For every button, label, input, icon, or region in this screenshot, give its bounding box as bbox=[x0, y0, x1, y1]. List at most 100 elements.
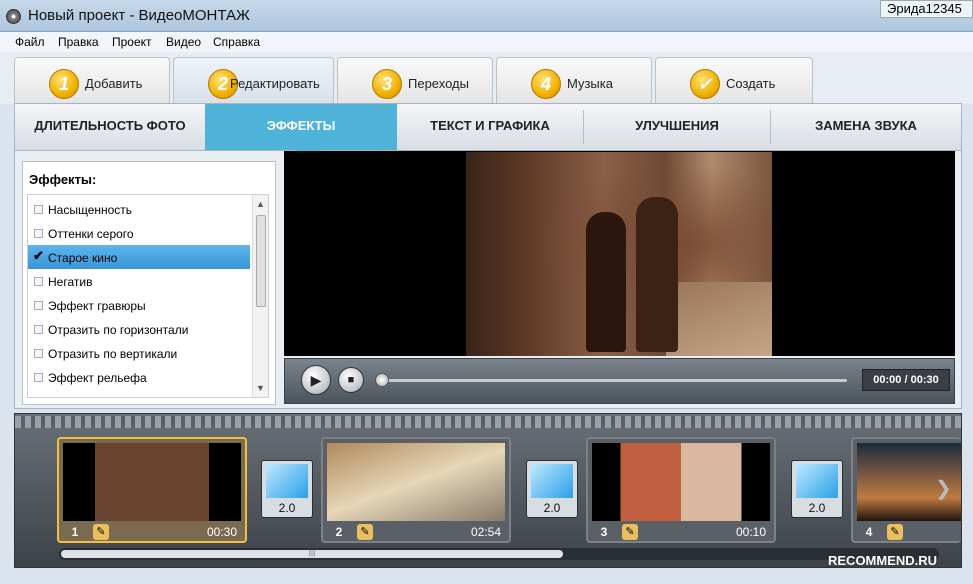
effects-scrollbar[interactable]: ▲ ▼ bbox=[252, 195, 268, 397]
person-shape bbox=[586, 212, 626, 352]
effect-label: Эффект рельефа bbox=[48, 371, 147, 385]
pencil-icon[interactable]: ✎ bbox=[887, 524, 903, 540]
transition-thumbnail bbox=[796, 464, 838, 498]
window-title: Новый проект - ВидеоМОНТАЖ bbox=[28, 7, 250, 24]
effect-item-old-film[interactable]: ✔ Старое кино bbox=[28, 245, 250, 269]
checkbox[interactable] bbox=[34, 301, 43, 310]
preview-frame-image bbox=[466, 152, 772, 356]
seek-handle[interactable] bbox=[375, 373, 389, 387]
player-controls: ▶ ■ 00:00 / 00:30 bbox=[284, 358, 955, 404]
checkbox[interactable] bbox=[34, 349, 43, 358]
clip-number: 1 bbox=[71, 525, 79, 539]
effect-item-saturation[interactable]: Насыщенность bbox=[28, 197, 250, 221]
checkbox[interactable] bbox=[34, 229, 43, 238]
checkbox[interactable] bbox=[34, 277, 43, 286]
tab-enhancements[interactable]: УЛУЧШЕНИЯ bbox=[584, 104, 770, 150]
clip-thumbnail bbox=[327, 443, 505, 521]
edit-tabs: ДЛИТЕЛЬНОСТЬ ФОТО ЭФФЕКТЫ ТЕКСТ И ГРАФИК… bbox=[14, 103, 962, 160]
title-bar: Новый проект - ВидеоМОНТАЖ Эрида12345 bbox=[0, 0, 973, 32]
person-shape bbox=[636, 197, 678, 352]
step-number-icon: 3 bbox=[372, 69, 402, 99]
step-create[interactable]: ✓ Создать bbox=[655, 57, 813, 104]
scroll-down-icon[interactable]: ▼ bbox=[256, 383, 265, 393]
scroll-thumb[interactable]: |||| bbox=[61, 550, 563, 558]
effect-item-engraving[interactable]: Эффект гравюры bbox=[28, 293, 250, 317]
scroll-up-icon[interactable]: ▲ bbox=[256, 199, 265, 209]
step-add[interactable]: 1 Добавить bbox=[14, 57, 170, 104]
effect-item-negative[interactable]: Негатив bbox=[28, 269, 250, 293]
step-number-icon: 1 bbox=[49, 69, 79, 99]
clip-duration: 02:54 bbox=[470, 525, 501, 539]
step-music[interactable]: 4 Музыка bbox=[496, 57, 652, 104]
app-logo-icon bbox=[6, 9, 21, 24]
effect-item-grayscale[interactable]: Оттенки серого bbox=[28, 221, 250, 245]
effect-item-emboss[interactable]: Эффект рельефа bbox=[28, 365, 250, 389]
menu-help[interactable]: Справка bbox=[213, 35, 260, 49]
timeline-scrollbar[interactable]: |||| bbox=[59, 548, 939, 560]
wizard-steps: 1 Добавить 2 Редактировать 3 Переходы 4 … bbox=[0, 52, 973, 106]
seek-bar[interactable] bbox=[381, 379, 847, 382]
transition-duration: 2.0 bbox=[278, 501, 296, 515]
clip-thumbnail bbox=[63, 443, 241, 521]
menu-project[interactable]: Проект bbox=[112, 35, 152, 49]
timeline-clip-2[interactable]: 2 ✎ 02:54 bbox=[321, 437, 511, 543]
transition-2[interactable]: 2.0 bbox=[526, 460, 578, 518]
menu-video[interactable]: Видео bbox=[166, 35, 201, 49]
time-display: 00:00 / 00:30 bbox=[862, 369, 950, 391]
menu-edit[interactable]: Правка bbox=[58, 35, 99, 49]
step-number-icon: 4 bbox=[531, 69, 561, 99]
effect-item-flip-vertical[interactable]: Отразить по вертикали bbox=[28, 341, 250, 365]
checkbox-checked[interactable]: ✔ bbox=[33, 248, 44, 263]
step-edit[interactable]: 2 Редактировать bbox=[173, 57, 334, 106]
timeline-clip-3[interactable]: 3 ✎ 00:10 bbox=[586, 437, 776, 543]
menu-file[interactable]: Файл bbox=[15, 35, 45, 49]
street-shape bbox=[666, 282, 772, 356]
checkbox[interactable] bbox=[34, 373, 43, 382]
effect-label: Оттенки серого bbox=[48, 227, 134, 241]
pencil-icon[interactable]: ✎ bbox=[357, 524, 373, 540]
clip-number: 4 bbox=[865, 525, 873, 539]
clip-duration: 00:30 bbox=[206, 525, 237, 539]
effect-label: Старое кино bbox=[48, 251, 118, 265]
timeline: 1 ✎ 00:30 2.0 2 ✎ 02:54 2.0 3 ✎ 00:10 2.… bbox=[14, 413, 962, 568]
transition-1[interactable]: 2.0 bbox=[261, 460, 313, 518]
effects-title: Эффекты: bbox=[29, 172, 97, 187]
checkbox[interactable] bbox=[34, 325, 43, 334]
step-label: Музыка bbox=[567, 76, 613, 91]
step-label: Переходы bbox=[408, 76, 469, 91]
app-window: Новый проект - ВидеоМОНТАЖ Эрида12345 Фа… bbox=[0, 0, 973, 584]
clip-thumbnail bbox=[592, 443, 770, 521]
step-label: Создать bbox=[726, 76, 776, 91]
watermark: RECOMMEND.RU bbox=[828, 553, 938, 568]
clip-duration: 00:10 bbox=[735, 525, 766, 539]
transition-duration: 2.0 bbox=[543, 501, 561, 515]
effect-label: Эффект гравюры bbox=[48, 299, 146, 313]
user-name: Эрида12345 bbox=[880, 0, 973, 18]
clip-number: 3 bbox=[600, 525, 608, 539]
chevron-right-icon[interactable]: ❯ bbox=[935, 476, 952, 501]
transition-3[interactable]: 2.0 bbox=[791, 460, 843, 518]
timeline-clip-1[interactable]: 1 ✎ 00:30 bbox=[57, 437, 247, 543]
play-button[interactable]: ▶ bbox=[301, 365, 331, 395]
effect-item-flip-horizontal[interactable]: Отразить по горизонтали bbox=[28, 317, 250, 341]
tab-photo-duration[interactable]: ДЛИТЕЛЬНОСТЬ ФОТО bbox=[15, 104, 205, 150]
tab-text-graphics[interactable]: ТЕКСТ И ГРАФИКА bbox=[397, 104, 583, 150]
pencil-icon[interactable]: ✎ bbox=[622, 524, 638, 540]
step-label: Добавить bbox=[85, 76, 143, 91]
film-perforation bbox=[15, 416, 961, 428]
tab-effects[interactable]: ЭФФЕКТЫ bbox=[205, 104, 397, 150]
effects-panel: Эффекты: Насыщенность Оттенки серого ✔ С… bbox=[22, 161, 276, 405]
stop-button[interactable]: ■ bbox=[338, 367, 364, 393]
effect-label: Насыщенность bbox=[48, 203, 133, 217]
pencil-icon[interactable]: ✎ bbox=[93, 524, 109, 540]
video-preview bbox=[284, 151, 955, 356]
effect-label: Отразить по горизонтали bbox=[48, 323, 189, 337]
effect-label: Негатив bbox=[48, 275, 93, 289]
effect-label: Отразить по вертикали bbox=[48, 347, 178, 361]
transition-thumbnail bbox=[266, 464, 308, 498]
step-transitions[interactable]: 3 Переходы bbox=[337, 57, 493, 104]
checkbox[interactable] bbox=[34, 205, 43, 214]
transition-thumbnail bbox=[531, 464, 573, 498]
tab-audio-replace[interactable]: ЗАМЕНА ЗВУКА bbox=[771, 104, 961, 150]
scroll-thumb[interactable] bbox=[256, 215, 266, 307]
